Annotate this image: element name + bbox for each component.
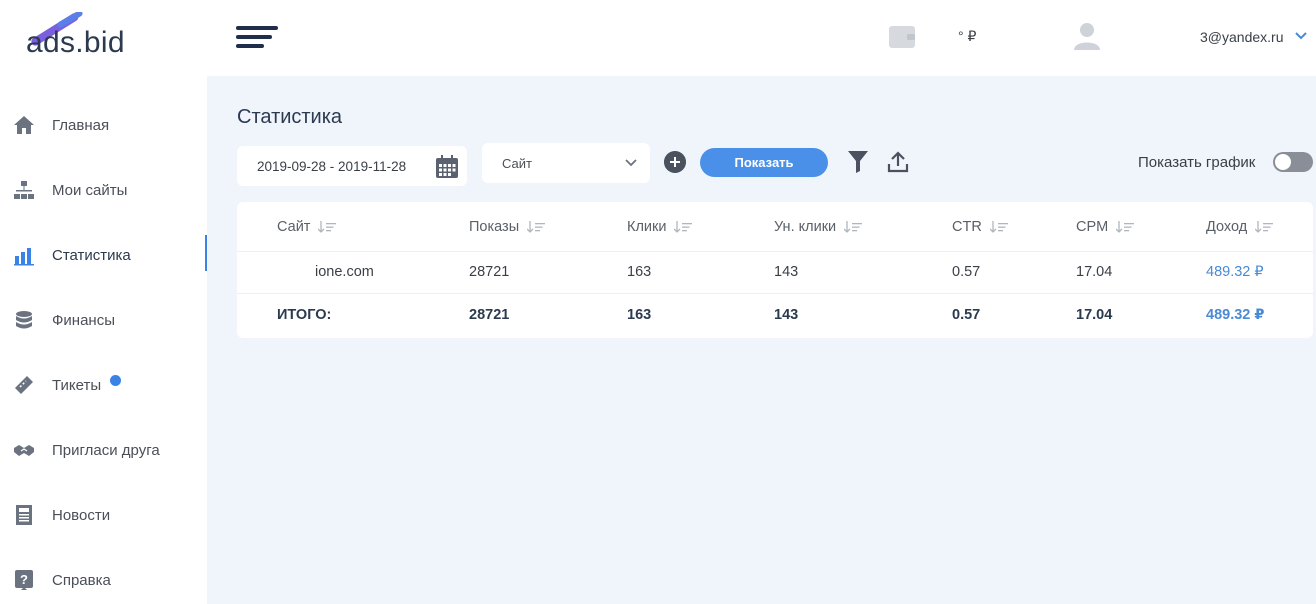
site-select-value: Сайт: [502, 156, 532, 171]
sidebar-item-label: Главная: [52, 117, 110, 134]
table-header-row: Сайт Показы Клики Ун. клики CTR CPM Дохо…: [237, 202, 1313, 252]
cell-impressions: 28721: [469, 264, 510, 280]
sort-icon: [527, 221, 546, 233]
sidebar-item-help[interactable]: ? Справка: [0, 558, 207, 602]
column-header-site[interactable]: Сайт: [277, 219, 337, 235]
total-income: 489.32 ₽: [1206, 307, 1265, 323]
sidebar-item-label: Тикеты: [52, 377, 102, 394]
help-icon: ?: [15, 570, 33, 590]
sort-icon: [1255, 221, 1274, 233]
cell-income: 489.32 ₽: [1206, 264, 1264, 280]
column-header-cpm[interactable]: CPM: [1076, 219, 1135, 235]
total-label: ИТОГО:: [277, 307, 332, 323]
table-row: ione.com 28721 163 143 0.57 17.04 489.32…: [237, 252, 1313, 294]
sort-icon: [318, 221, 337, 233]
cell-site: ione.com: [315, 264, 374, 280]
wallet-icon[interactable]: [889, 24, 915, 48]
newspaper-icon: [16, 505, 32, 525]
sidebar-item-label: Справка: [52, 572, 111, 589]
user-email[interactable]: 3@yandex.ru: [1200, 29, 1283, 45]
sidebar-item-my-sites[interactable]: Мои сайты: [0, 168, 207, 212]
sitemap-icon: [14, 181, 34, 199]
toggle-knob: [1275, 154, 1291, 170]
logo-text[interactable]: ads.bid: [26, 26, 125, 60]
page-title: Статистика: [237, 106, 343, 128]
top-bar: ads.bid ° ₽ 3@yandex.ru: [0, 0, 1316, 76]
cell-unique-clicks: 143: [774, 264, 799, 280]
sidebar-item-news[interactable]: Новости: [0, 493, 207, 537]
sidebar: Главная Мои сайты Статистика Финансы Тик…: [0, 76, 207, 604]
sort-icon: [674, 221, 693, 233]
menu-toggle-button[interactable]: [236, 26, 278, 52]
sort-icon: [989, 221, 1008, 233]
sidebar-item-finance[interactable]: Финансы: [0, 298, 207, 342]
column-header-clicks[interactable]: Клики: [627, 219, 693, 235]
total-ctr: 0.57: [952, 307, 981, 323]
total-cpm: 17.04: [1076, 307, 1113, 323]
sidebar-item-label: Новости: [52, 507, 111, 524]
sidebar-item-invite-friend[interactable]: Пригласи друга: [0, 428, 207, 472]
sort-icon: [1116, 221, 1135, 233]
column-header-impressions[interactable]: Показы: [469, 219, 546, 235]
sidebar-item-home[interactable]: Главная: [0, 103, 207, 147]
date-range-picker[interactable]: 2019-09-28 - 2019-11-28: [237, 146, 467, 186]
bar-chart-icon: [14, 248, 34, 266]
notification-badge: [110, 375, 121, 386]
date-range-value: 2019-09-28 - 2019-11-28: [257, 159, 407, 174]
active-indicator: [205, 235, 207, 271]
sort-icon: [844, 221, 863, 233]
chevron-down-icon: [625, 159, 637, 167]
sidebar-item-label: Статистика: [52, 247, 131, 264]
svg-text:?: ?: [20, 572, 28, 587]
total-impressions: 28721: [469, 307, 510, 323]
site-select[interactable]: Сайт: [482, 143, 650, 183]
user-avatar-icon[interactable]: [1074, 22, 1100, 50]
show-button[interactable]: Показать: [700, 148, 828, 177]
cell-clicks: 163: [627, 264, 652, 280]
show-graph-toggle[interactable]: [1273, 152, 1313, 172]
statistics-table: Сайт Показы Клики Ун. клики CTR CPM Дохо…: [237, 202, 1313, 338]
sidebar-item-label: Пригласи друга: [52, 442, 160, 459]
sidebar-item-statistics[interactable]: Статистика: [0, 233, 207, 277]
table-total-row: ИТОГО: 28721 163 143 0.57 17.04 489.32 ₽: [237, 294, 1313, 338]
ticket-icon: [15, 376, 33, 394]
calendar-icon[interactable]: [435, 155, 459, 179]
add-filter-button[interactable]: [664, 151, 686, 173]
show-graph-label: Показать график: [1138, 154, 1256, 171]
chevron-down-icon[interactable]: [1294, 30, 1308, 42]
filter-icon[interactable]: [848, 151, 868, 173]
balance-value: ° ₽: [958, 28, 977, 44]
sidebar-item-label: Мои сайты: [52, 182, 128, 199]
sidebar-item-tickets[interactable]: Тикеты: [0, 363, 207, 407]
column-header-ctr[interactable]: CTR: [952, 219, 1008, 235]
cell-cpm: 17.04: [1076, 264, 1113, 280]
export-icon[interactable]: [887, 151, 909, 173]
total-unique-clicks: 143: [774, 307, 799, 323]
column-header-income[interactable]: Доход: [1206, 219, 1274, 235]
home-icon: [14, 116, 34, 134]
total-clicks: 163: [627, 307, 652, 323]
handshake-icon: [14, 445, 34, 456]
column-header-unique-clicks[interactable]: Ун. клики: [774, 219, 863, 235]
cell-ctr: 0.57: [952, 264, 981, 280]
coins-icon: [16, 311, 32, 329]
sidebar-item-label: Финансы: [52, 312, 115, 329]
